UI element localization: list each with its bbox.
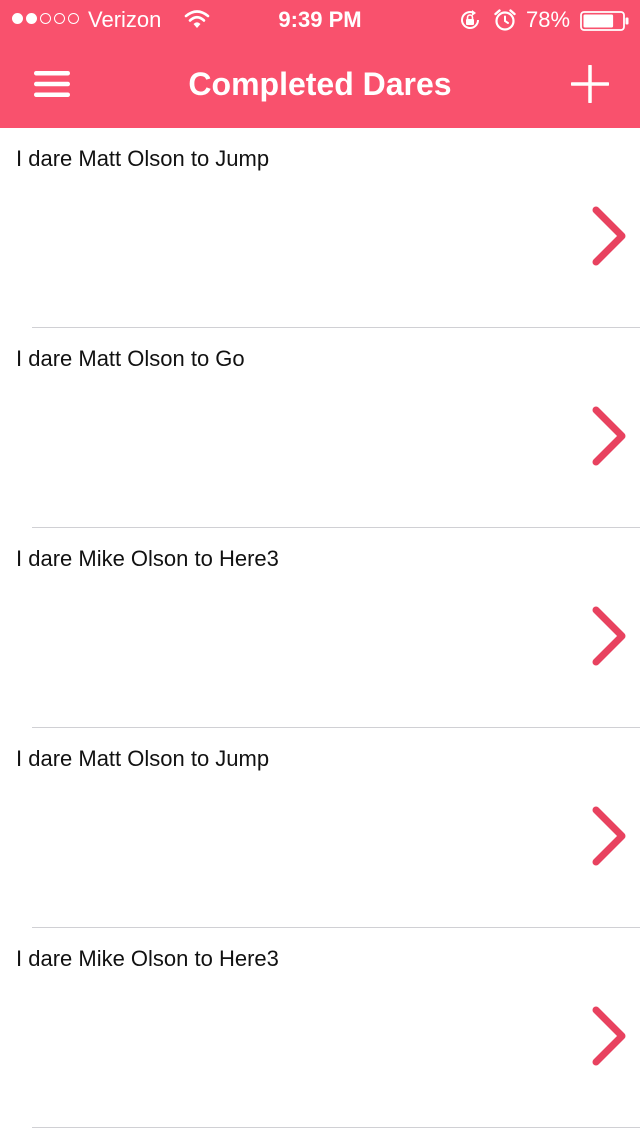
battery-percentage: 78%: [526, 7, 571, 32]
list-item[interactable]: I dare Matt Olson to Jump: [0, 728, 640, 928]
chevron-right-icon: [592, 606, 626, 666]
dare-text: I dare Matt Olson to Jump: [16, 146, 270, 171]
navigation-bar: Completed Dares: [0, 40, 640, 128]
dare-text: I dare Mike Olson to Here3: [16, 546, 279, 571]
list-item[interactable]: I dare Matt Olson to Go: [0, 328, 640, 528]
add-dare-button[interactable]: [560, 54, 620, 114]
dare-text: I dare Matt Olson to Jump: [16, 746, 270, 771]
completed-dares-screen: Verizon 9:39 PM 78% Completed Dares I da…: [0, 0, 640, 1136]
rotation-lock-icon: [461, 10, 479, 29]
hamburger-menu-icon: [34, 71, 70, 97]
dares-list: I dare Matt Olson to Jump I dare Matt Ol…: [0, 128, 640, 1136]
page-title: Completed Dares: [188, 66, 452, 102]
menu-button[interactable]: [22, 56, 82, 112]
dare-text: I dare Matt Olson to Go: [16, 346, 245, 371]
plus-icon: [571, 65, 609, 103]
battery-icon: [580, 11, 629, 31]
chevron-right-icon: [592, 1006, 626, 1066]
row-separator: [32, 1127, 640, 1128]
chevron-right-icon: [592, 806, 626, 866]
status-bar: Verizon 9:39 PM 78%: [0, 0, 640, 40]
list-item[interactable]: I dare Mike Olson to Here3: [0, 528, 640, 728]
chevron-right-icon: [592, 406, 626, 466]
dare-text: I dare Mike Olson to Here3: [16, 946, 279, 971]
list-item[interactable]: I dare Matt Olson to Jump: [0, 128, 640, 328]
top-bar: Verizon 9:39 PM 78% Completed Dares: [0, 0, 640, 128]
chevron-right-icon: [592, 206, 626, 266]
list-item[interactable]: I dare Mike Olson to Here3: [0, 928, 640, 1128]
alarm-icon: [494, 9, 516, 31]
